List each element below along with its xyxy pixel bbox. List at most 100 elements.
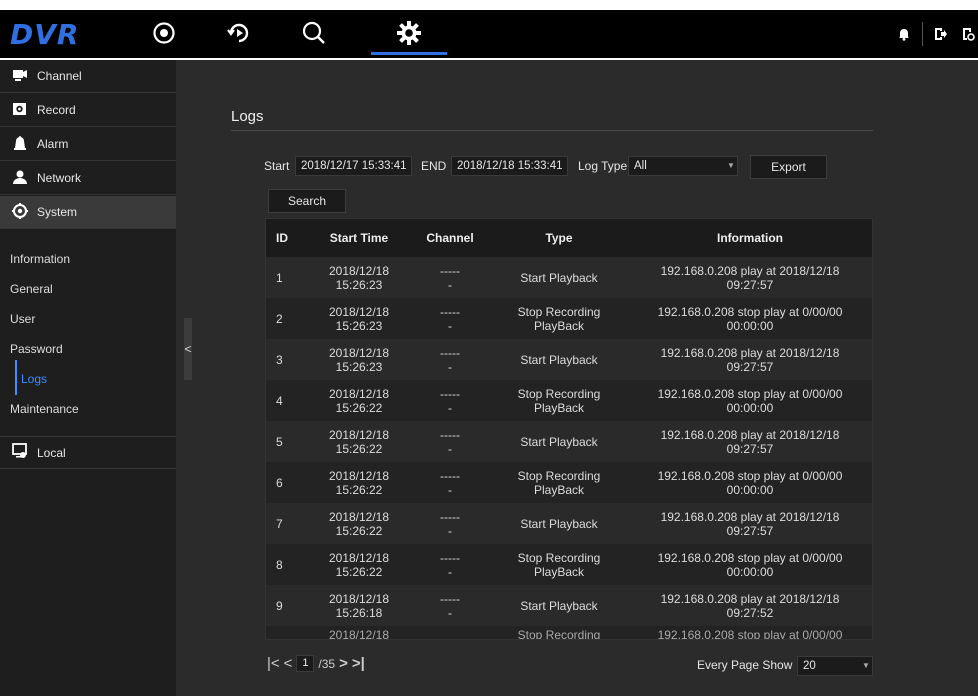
sidebar-item-system[interactable]: System: [0, 196, 176, 229]
sidebar-subitem-logs[interactable]: Logs: [21, 372, 47, 386]
cell-channel-line: -----: [440, 263, 460, 278]
cell-id-line: 4: [276, 393, 283, 408]
cell-id: [266, 626, 308, 639]
sidebar-subitem-user[interactable]: User: [10, 312, 35, 326]
lock-screen-icon[interactable]: [958, 24, 978, 44]
cell-channel-line: -: [448, 277, 452, 292]
column-header-id[interactable]: ID: [266, 219, 308, 257]
cell-id: 5: [266, 421, 308, 462]
cell-id-line: 9: [276, 598, 283, 613]
cell-start-time: 2018/12/18: [308, 626, 410, 639]
sidebar-item-label: Channel: [37, 69, 82, 83]
cell-start-time-line: 2018/12/18: [328, 427, 390, 442]
cell-type-line: Stop Recording: [517, 304, 601, 319]
table-row[interactable]: 2018/12/18 Stop Recording 192.168.0.208 st…: [266, 626, 872, 639]
sidebar-subitem-general[interactable]: General: [10, 282, 53, 296]
column-header-information[interactable]: Information: [628, 219, 872, 257]
sidebar-item-alarm[interactable]: Alarm: [0, 128, 176, 161]
sidebar-item-label: Record: [37, 103, 76, 117]
gear-icon[interactable]: [391, 16, 427, 50]
cell-id: 4: [266, 380, 308, 421]
page-total: /35: [318, 656, 336, 671]
cell-id-line: 2: [276, 311, 283, 326]
search-button[interactable]: Search: [268, 189, 346, 213]
prev-page-icon[interactable]: <: [284, 655, 293, 672]
table-row[interactable]: 3 2018/12/18 15:26:23 ----- - Start Playback 1…: [266, 339, 872, 380]
cell-information-line: 09:27:52: [726, 605, 774, 620]
cell-channel-line: -----: [440, 345, 460, 360]
table-row[interactable]: 8 2018/12/18 15:26:22 ----- - Stop Recording P…: [266, 544, 872, 585]
table-row[interactable]: 9 2018/12/18 15:26:18 ----- - Start Playback 1…: [266, 585, 872, 626]
sidebar-subitem-maintenance[interactable]: Maintenance: [10, 402, 79, 416]
cell-type-line: Stop Recording: [517, 468, 601, 483]
cell-channel-line: -----: [440, 304, 460, 319]
cell-start-time-line: 2018/12/18: [328, 550, 390, 565]
table-body: 1 2018/12/18 15:26:23 ----- - Start Playback 1…: [266, 257, 872, 639]
table-row[interactable]: 6 2018/12/18 15:26:22 ----- - Stop Recording P…: [266, 462, 872, 503]
cell-information-line: 09:27:57: [726, 277, 774, 292]
cell-information-line: 192.168.0.208 stop play at 0/00/00: [657, 386, 843, 401]
cell-id: 7: [266, 503, 308, 544]
column-header-type[interactable]: Type: [490, 219, 628, 257]
page-number-input[interactable]: 1: [296, 655, 315, 672]
log-type-select[interactable]: All ▼: [628, 156, 738, 176]
cell-type: Start Playback: [490, 339, 628, 380]
sidebar-subitem-information[interactable]: Information: [10, 252, 70, 266]
sidebar-item-channel[interactable]: Channel: [0, 60, 176, 93]
cell-id-line: 5: [276, 434, 283, 449]
cell-start-time-line: 15:26:22: [335, 400, 383, 415]
cell-start-time: 2018/12/18 15:26:22: [308, 462, 410, 503]
cell-type-line: Stop Recording: [517, 550, 601, 565]
cell-channel-line: -: [448, 523, 452, 538]
end-time-field[interactable]: 2018/12/18 15:33:41: [451, 156, 568, 176]
cell-type-line: Stop Recording: [517, 386, 601, 401]
cell-start-time-line: 15:26:22: [335, 482, 383, 497]
cell-type: Stop Recording PlayBack: [490, 462, 628, 503]
table-row[interactable]: 2 2018/12/18 15:26:23 ----- - Stop Recording P…: [266, 298, 872, 339]
cell-channel: ----- -: [410, 462, 490, 503]
first-page-icon[interactable]: |<: [267, 655, 280, 672]
cell-id-line: 3: [276, 352, 283, 367]
sidebar-item-network[interactable]: Network: [0, 162, 176, 195]
cell-information: 192.168.0.208 stop play at 0/00/00: [628, 626, 872, 639]
sidebar-item-local[interactable]: Local: [0, 436, 176, 469]
table-row[interactable]: 7 2018/12/18 15:26:22 ----- - Start Playback 1…: [266, 503, 872, 544]
sidebar-item-label: Local: [37, 445, 66, 460]
cell-type: Start Playback: [490, 503, 628, 544]
playback-icon[interactable]: [221, 16, 257, 50]
last-page-icon[interactable]: >|: [352, 655, 365, 672]
logout-icon[interactable]: [931, 24, 951, 44]
cell-start-time: 2018/12/18 15:26:23: [308, 257, 410, 298]
cell-type-line: Start Playback: [520, 270, 598, 285]
search-icon[interactable]: [296, 16, 332, 50]
cell-id: 8: [266, 544, 308, 585]
cell-start-time: 2018/12/18 15:26:22: [308, 421, 410, 462]
cell-information-line: 09:27:57: [726, 359, 774, 374]
table-row[interactable]: 4 2018/12/18 15:26:22 ----- - Stop Recording P…: [266, 380, 872, 421]
collapse-sidebar-handle[interactable]: <: [184, 318, 192, 380]
column-header-start-time[interactable]: Start Time: [308, 219, 410, 257]
sidebar-subitem-password[interactable]: Password: [10, 342, 63, 356]
cell-channel: ----- -: [410, 544, 490, 585]
cell-channel: ----- -: [410, 503, 490, 544]
table-row[interactable]: 1 2018/12/18 15:26:23 ----- - Start Playback 1…: [266, 257, 872, 298]
next-page-icon[interactable]: >: [339, 655, 348, 672]
column-header-channel[interactable]: Channel: [410, 219, 490, 257]
table-row[interactable]: 5 2018/12/18 15:26:22 ----- - Start Playback 1…: [266, 421, 872, 462]
sidebar-item-label: System: [37, 205, 78, 219]
cell-start-time: 2018/12/18 15:26:23: [308, 298, 410, 339]
log-type-label: Log Type: [578, 159, 628, 173]
target-icon[interactable]: [146, 16, 182, 50]
every-page-show-label: Every Page Show: [697, 658, 793, 672]
cell-start-time-line: 2018/12/18: [328, 509, 390, 524]
start-time-field[interactable]: 2018/12/17 15:33:41: [295, 156, 412, 176]
sidebar-item-record[interactable]: Record: [0, 94, 176, 127]
cell-channel-line: -: [448, 441, 452, 456]
cell-channel-line: -: [448, 359, 452, 374]
page-size-select[interactable]: 20 ▼: [797, 656, 873, 676]
cell-information-line: 00:00:00: [726, 482, 774, 497]
bell-icon[interactable]: [894, 24, 914, 44]
cell-information-line: 09:27:57: [726, 523, 774, 538]
export-button[interactable]: Export: [750, 155, 827, 179]
cell-type: Stop Recording PlayBack: [490, 380, 628, 421]
